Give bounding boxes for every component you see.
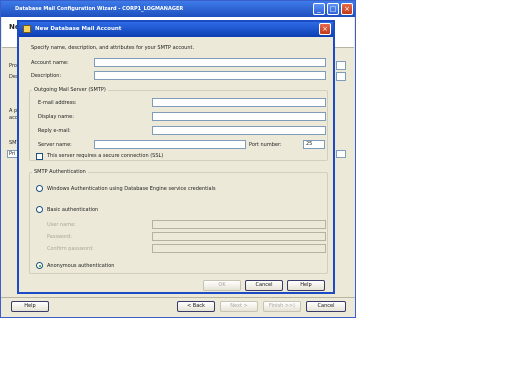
password-label: Password: — [47, 234, 73, 240]
dialog-title-bar: New Database Mail Account — [19, 22, 333, 37]
basic-auth-radio[interactable] — [36, 206, 43, 213]
close-icon[interactable]: × — [341, 3, 353, 15]
wizard-profile-field-edge — [336, 61, 346, 70]
mail-account-icon — [23, 25, 31, 33]
anonymous-auth-radio[interactable] — [36, 262, 43, 269]
wizard-window-controls: _ □ × — [313, 3, 353, 15]
wizard-title: Database Mail Configuration Wizard - COR… — [15, 6, 184, 12]
dialog-help-button[interactable]: Help — [287, 280, 325, 291]
wizard-title-bar: Database Mail Configuration Wizard - COR… — [1, 1, 355, 17]
confirm-password-input[interactable] — [152, 244, 326, 253]
account-name-input[interactable] — [94, 58, 326, 67]
port-number-label: Port number: — [249, 142, 282, 148]
wizard-footer-divider — [1, 297, 355, 298]
wizard-cancel-button[interactable]: Cancel — [306, 301, 346, 312]
wizard-finish-button[interactable]: Finish >>| — [263, 301, 301, 312]
display-name-label: Display name: — [38, 114, 74, 120]
wizard-next-button[interactable]: Next > — [220, 301, 258, 312]
dialog-intro-text: Specify name, description, and attribute… — [31, 45, 195, 51]
windows-auth-radio[interactable] — [36, 185, 43, 192]
dialog-ok-button[interactable]: OK — [203, 280, 241, 291]
password-input[interactable] — [152, 232, 326, 241]
user-name-input[interactable] — [152, 220, 326, 229]
ssl-checkbox[interactable] — [36, 153, 43, 160]
email-address-label: E-mail address: — [38, 100, 77, 106]
smtp-group-label: Outgoing Mail Server (SMTP) — [32, 87, 108, 93]
windows-auth-label: Windows Authentication using Database En… — [47, 186, 216, 192]
server-name-input[interactable] — [94, 140, 246, 149]
dialog-close-icon[interactable]: × — [319, 23, 331, 35]
wizard-grid-edge — [336, 150, 346, 158]
reply-email-input[interactable] — [152, 126, 326, 135]
basic-auth-label: Basic authentication — [47, 207, 99, 213]
dialog-title: New Database Mail Account — [35, 26, 122, 32]
description-label: Description: — [31, 73, 62, 79]
display-name-input[interactable] — [152, 112, 326, 121]
wizard-description-field-edge — [336, 72, 346, 81]
maximize-icon[interactable]: □ — [327, 3, 339, 15]
user-name-label: User name: — [47, 222, 76, 228]
reply-email-label: Reply e-mail: — [38, 128, 71, 134]
port-number-input[interactable]: 25 — [303, 140, 325, 149]
server-name-label: Server name: — [38, 142, 72, 148]
auth-group-label: SMTP Authentication — [32, 169, 88, 175]
wizard-help-button[interactable]: Help — [11, 301, 49, 312]
wizard-grid-header-priority: Pri — [9, 151, 16, 157]
wizard-back-button[interactable]: < Back — [177, 301, 215, 312]
dialog-cancel-button[interactable]: Cancel — [245, 280, 283, 291]
account-name-label: Account name: — [31, 60, 69, 66]
new-mail-account-dialog: New Database Mail Account × Specify name… — [17, 20, 335, 294]
email-address-input[interactable] — [152, 98, 326, 107]
minimize-icon[interactable]: _ — [313, 3, 325, 15]
ssl-checkbox-label: This server requires a secure connection… — [47, 153, 164, 159]
anonymous-auth-label: Anonymous authentication — [47, 263, 115, 269]
description-input[interactable] — [94, 71, 326, 80]
confirm-password-label: Confirm password: — [47, 246, 94, 252]
